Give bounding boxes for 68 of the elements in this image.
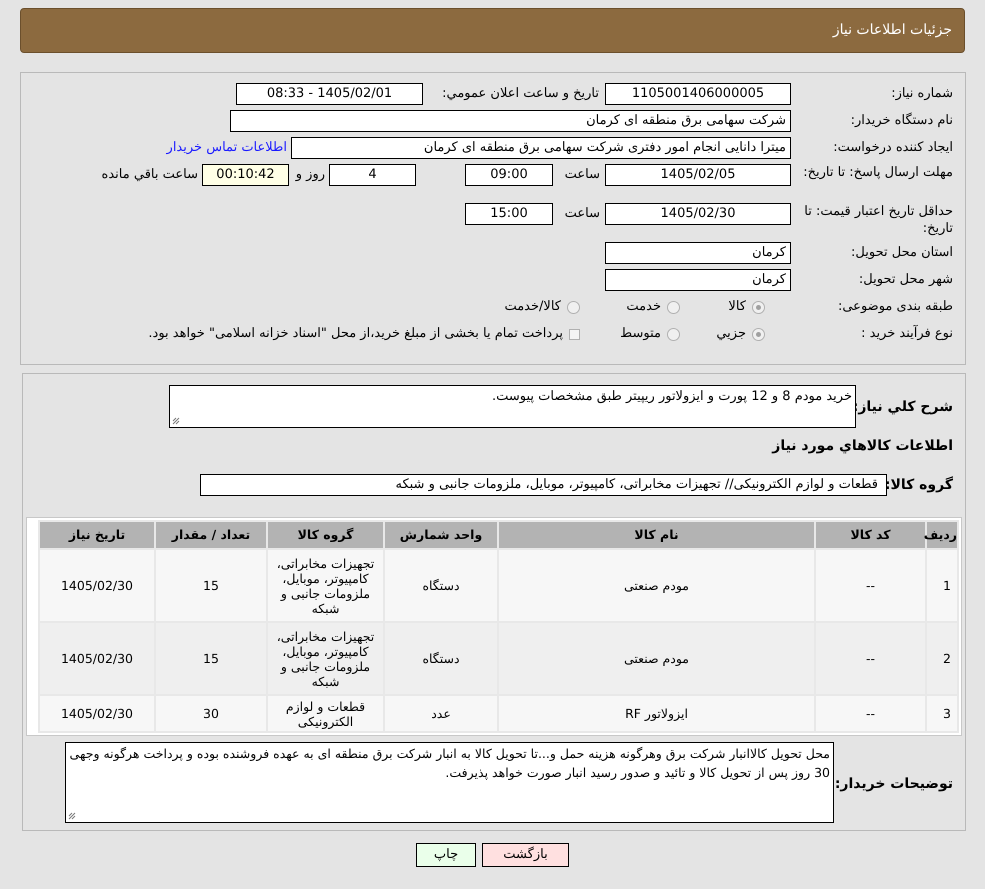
radio-button[interactable] <box>667 300 680 314</box>
radio-button[interactable] <box>752 328 765 340</box>
table-cell: 2 <box>926 622 958 695</box>
resize-handle-icon[interactable] <box>172 417 180 425</box>
input-field[interactable]: 15:00 <box>465 203 553 225</box>
input-field[interactable]: کرمان <box>605 242 791 264</box>
table-cell: 3 <box>926 695 958 732</box>
page-title: جزئیات اطلاعات نیاز <box>832 21 952 40</box>
text-area[interactable] <box>65 742 834 823</box>
field-label: شهر محل تحویل: <box>858 271 953 290</box>
field-label: ساعت <box>564 205 601 223</box>
column-header: واحد شمارش <box>384 521 498 549</box>
field-label: طبقه بندی موضوعی: <box>836 298 953 316</box>
field-label: حداقل تاریخ اعتبار قیمت: تا تاریخ: <box>803 203 953 237</box>
field-label: نام دستگاه خریدار: <box>850 112 953 130</box>
contact-link[interactable]: اطلاعات تماس خریدار <box>166 138 287 158</box>
field-label: گروه کالا: <box>887 475 953 494</box>
field-label: ساعت <box>564 166 601 184</box>
column-header: گروه کالا <box>267 521 384 549</box>
field-label: نوع فرآیند خرید : <box>860 324 953 344</box>
input-field[interactable]: میترا دانایی انجام امور دفتری شرکت سهامی برق منطقه ای کرمان <box>291 137 791 159</box>
field-label: ساعت باقي مانده <box>102 166 199 184</box>
input-field[interactable]: 1405/02/30 <box>605 203 791 225</box>
table-cell: 1405/02/30 <box>39 695 155 732</box>
input-field[interactable]: 09:00 <box>465 164 553 186</box>
back-button[interactable]: بازگشت <box>482 843 569 867</box>
field-label: توضیحات خریدار: <box>834 775 953 794</box>
field-label: استان محل تحویل: <box>850 244 953 262</box>
table-cell: قطعات و لوازم الکترونیکی <box>267 695 384 732</box>
radio-button[interactable] <box>667 328 680 340</box>
column-header: نام کالا <box>498 521 815 549</box>
input-field[interactable]: 1105001406000005 <box>605 83 791 105</box>
column-header: تاریخ نیاز <box>39 521 155 549</box>
field-label: شماره نیاز: <box>890 85 953 104</box>
radio-button[interactable] <box>752 300 765 314</box>
checkbox-label: پرداخت تمام یا بخشی از مبلغ خرید،از محل "اسناد خزانه اسلامی" خواهد بود. <box>148 325 563 344</box>
section-heading: اطلاعات کالاهاي مورد نیاز <box>772 437 953 456</box>
input-field[interactable]: 4 <box>329 164 416 186</box>
radio-label: کالا/خدمت <box>504 298 561 316</box>
column-header: تعداد / مقدار <box>155 521 267 549</box>
input-field[interactable]: کرمان <box>605 269 791 291</box>
table-cell: ایزولاتور RF <box>498 695 815 732</box>
checkbox[interactable] <box>569 328 580 340</box>
radio-label: خدمت <box>626 298 661 316</box>
resize-handle-icon[interactable] <box>68 812 76 820</box>
input-field[interactable]: قطعات و لوازم الکترونیکی// تجهیزات مخابراتی، کامپیوتر، موبایل، ملزومات جانبی و شبکه <box>200 474 887 496</box>
table-cell: -- <box>815 695 926 732</box>
column-header: کد کالا <box>815 521 926 549</box>
radio-label: کالا <box>728 298 746 316</box>
print-button[interactable]: چاپ <box>416 843 476 867</box>
table-cell: عدد <box>384 695 498 732</box>
radio-label: جزيي <box>716 325 746 344</box>
input-field[interactable]: 1405/02/05 <box>605 164 791 186</box>
radio-label: متوسط <box>620 325 661 344</box>
input-field[interactable]: 00:10:42 <box>202 164 289 186</box>
field-label: ایجاد کننده درخواست: <box>832 139 953 158</box>
field-label: روز و <box>294 166 326 184</box>
text-area-value: محل تحویل کالاانبار شرکت برق وهرگونه هزینه حمل و...تا تحویل کالا به انبار شرکت برق منطقه ای به عهده فروشنده بوده و پرداخت هرگونه وجهی 30 روز پس از تحویل کالا و تائید و صدور رسید انبار صورت خواهد پذیرفت. <box>70 746 830 780</box>
field-label: تاریخ و ساعت اعلان عمومي: <box>441 85 599 104</box>
radio-button[interactable] <box>567 300 580 314</box>
text-area[interactable]: خرید مودم 8 و 12 پورت و ایزولاتور ریپیتر طبق مشخصات پیوست. <box>169 385 856 428</box>
table-cell: 30 <box>155 695 267 732</box>
field-label: مهلت ارسال پاسخ: تا تاریخ: <box>802 164 953 181</box>
column-header: ردیف <box>926 521 958 549</box>
input-field[interactable]: 1405/02/01 - 08:33 <box>236 83 423 105</box>
input-field[interactable]: شرکت سهامی برق منطقه ای کرمان <box>230 110 791 132</box>
table-cell: 1 <box>926 549 958 622</box>
text-area-value: خرید مودم 8 و 12 پورت و ایزولاتور ریپیتر طبق مشخصات پیوست. <box>492 389 852 404</box>
